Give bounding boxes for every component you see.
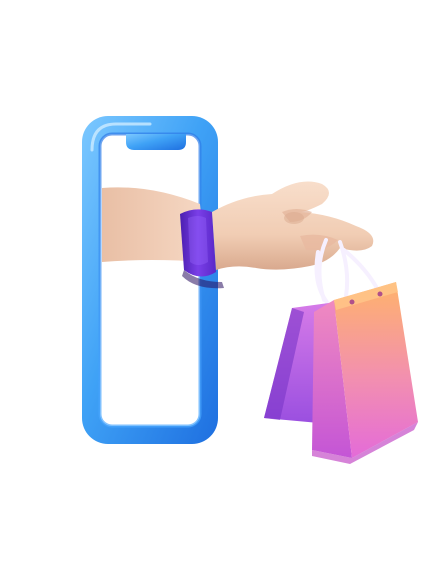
illustration-canvas xyxy=(0,0,444,561)
shopping-bag-front-icon xyxy=(312,238,418,464)
shopping-illustration xyxy=(82,116,418,464)
phone-notch xyxy=(126,134,186,150)
